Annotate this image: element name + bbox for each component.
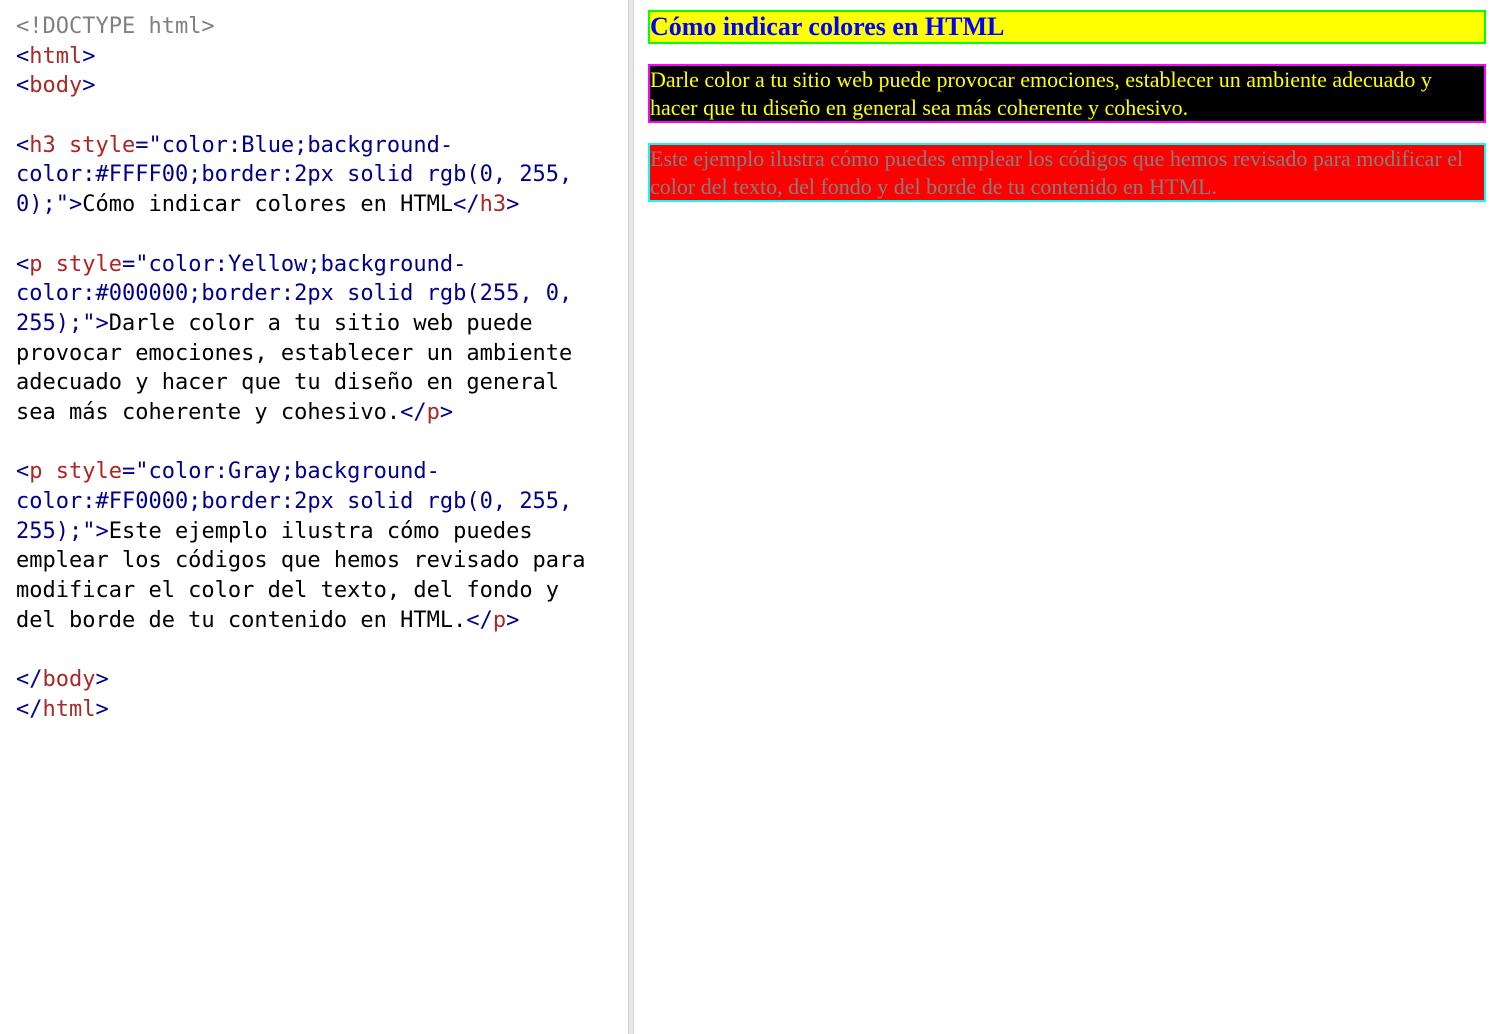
code-body-open: body <box>29 73 82 98</box>
angle: </ <box>400 400 427 425</box>
code-html-open: html <box>29 44 82 69</box>
angle: > <box>82 73 95 98</box>
angle: </ <box>16 667 43 692</box>
angle: </ <box>453 192 480 217</box>
angle: </ <box>466 608 493 633</box>
preview-pane: Cómo indicar colores en HTML Darle color… <box>634 0 1500 1034</box>
angle: > <box>82 44 95 69</box>
angle: > <box>95 697 108 722</box>
code-h3-tag: h3 <box>29 133 56 158</box>
code-style-attr: style <box>69 133 135 158</box>
code-h3-close: h3 <box>480 192 507 217</box>
code-style-attr: style <box>56 252 122 277</box>
code-h3-text: Cómo indicar colores en HTML <box>82 192 453 217</box>
angle: < <box>16 252 29 277</box>
code-p1-close: p <box>427 400 440 425</box>
equals: = <box>135 133 148 158</box>
code-doctype: <!DOCTYPE html> <box>16 14 215 39</box>
angle: < <box>16 133 29 158</box>
preview-heading: Cómo indicar colores en HTML <box>648 10 1486 44</box>
angle: > <box>440 400 453 425</box>
angle: < <box>16 44 29 69</box>
code-p2-close: p <box>493 608 506 633</box>
angle: </ <box>16 697 43 722</box>
angle: > <box>95 667 108 692</box>
equals: = <box>122 252 135 277</box>
code-html-close: html <box>43 697 96 722</box>
angle: > <box>69 192 82 217</box>
angle: > <box>506 608 519 633</box>
source-code-pane: <!DOCTYPE html> <html> <body> <h3 style=… <box>0 0 628 1034</box>
angle: > <box>95 519 108 544</box>
angle: > <box>506 192 519 217</box>
code-body-close: body <box>43 667 96 692</box>
code-p2-tag: p <box>29 459 42 484</box>
angle: < <box>16 73 29 98</box>
equals: = <box>122 459 135 484</box>
code-p1-tag: p <box>29 252 42 277</box>
code-style-attr: style <box>56 459 122 484</box>
angle: > <box>95 311 108 336</box>
preview-paragraph-1: Darle color a tu sitio web puede provoca… <box>648 64 1486 123</box>
angle: < <box>16 459 29 484</box>
preview-paragraph-2: Este ejemplo ilustra cómo puedes emplear… <box>648 143 1486 202</box>
